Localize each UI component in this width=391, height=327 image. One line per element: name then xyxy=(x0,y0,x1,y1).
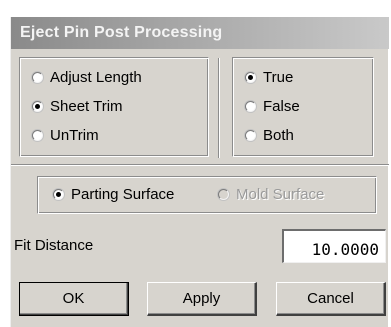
boolean-option-group: True False Both xyxy=(232,57,374,157)
radio-label: Adjust Length xyxy=(50,69,142,86)
trim-option-group: Adjust Length Sheet Trim UnTrim xyxy=(19,57,209,157)
fit-distance-input[interactable] xyxy=(282,229,386,263)
radio-label: Sheet Trim xyxy=(50,98,123,115)
apply-button[interactable]: Apply xyxy=(147,282,257,316)
radio-sheet-trim[interactable]: Sheet Trim xyxy=(32,98,123,115)
fit-distance-label: Fit Distance xyxy=(14,237,94,254)
radio-true[interactable]: True xyxy=(245,69,293,86)
radio-button-icon xyxy=(32,101,43,112)
dialog-title: Eject Pin Post Processing xyxy=(20,24,223,41)
radio-label: Mold Surface xyxy=(236,186,325,203)
cancel-button[interactable]: Cancel xyxy=(276,282,386,316)
radio-button-icon xyxy=(245,130,256,141)
radio-label: Both xyxy=(263,127,294,144)
radio-both[interactable]: Both xyxy=(245,127,294,144)
radio-false[interactable]: False xyxy=(245,98,300,115)
radio-button-icon xyxy=(53,189,64,200)
radio-label: Parting Surface xyxy=(71,186,175,203)
vertical-divider xyxy=(218,58,220,158)
radio-mold-surface: Mold Surface xyxy=(218,186,324,203)
radio-button-icon xyxy=(218,189,229,200)
radio-button-icon xyxy=(32,72,43,83)
radio-button-icon xyxy=(32,130,43,141)
ok-button[interactable]: OK xyxy=(19,282,129,316)
radio-parting-surface[interactable]: Parting Surface xyxy=(53,186,174,203)
horizontal-divider xyxy=(11,164,389,166)
radio-untrim[interactable]: UnTrim xyxy=(32,127,99,144)
radio-button-icon xyxy=(245,72,256,83)
surface-option-group: Parting Surface Mold Surface xyxy=(37,176,377,214)
radio-label: True xyxy=(263,69,294,86)
title-bar: Eject Pin Post Processing xyxy=(11,17,389,49)
radio-adjust-length[interactable]: Adjust Length xyxy=(32,69,142,86)
radio-label: UnTrim xyxy=(50,127,99,144)
eject-pin-dialog: Eject Pin Post Processing Adjust Length … xyxy=(10,17,389,327)
radio-button-icon xyxy=(245,101,256,112)
radio-label: False xyxy=(263,98,300,115)
